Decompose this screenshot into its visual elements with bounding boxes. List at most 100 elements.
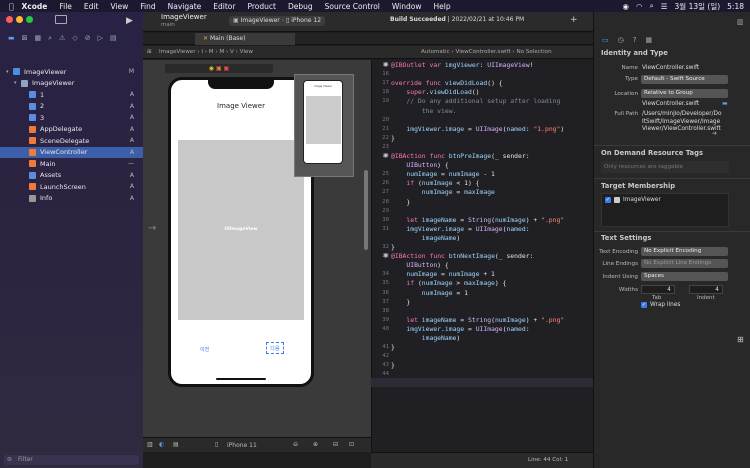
image-view[interactable]: UIImageView <box>178 140 304 320</box>
zoom-out-icon[interactable]: ⊖ <box>293 441 298 448</box>
indent-width-field[interactable]: 4 <box>689 285 723 294</box>
identity-icon[interactable]: ▦ <box>645 36 652 44</box>
navigator-item[interactable]: Assets A <box>0 170 143 181</box>
debug-icon[interactable]: ⊘ <box>85 34 91 46</box>
menu-file[interactable]: File <box>59 2 72 11</box>
status-icon[interactable]: ◉ <box>622 2 629 11</box>
code-line[interactable]: imgViewer.image = UIImage(named: <box>391 325 529 333</box>
navigator-item[interactable]: LaunchScreen A <box>0 181 143 192</box>
align-icon[interactable]: ⊟ <box>333 441 338 448</box>
code-line[interactable]: imgViewer.image = UIImage(named: <box>391 225 529 233</box>
filter-input[interactable]: ⊜ Filter <box>4 455 139 465</box>
reveal-icon[interactable]: ➜ <box>712 130 717 137</box>
first-responder-icon[interactable]: ▣ <box>216 65 222 72</box>
code-line[interactable]: @IBAction func btnPreImage(_ sender: <box>391 152 530 160</box>
constraints-icon[interactable]: ⊡ <box>349 441 354 448</box>
scheme-selector[interactable]: ▣ ImageViewer › ▯ iPhone 12 <box>229 16 326 26</box>
connection-circle-icon[interactable]: ◉ <box>383 252 388 259</box>
navigator-item[interactable]: ▾ ImageViewer <box>0 78 143 89</box>
wrap-lines-checkbox[interactable]: ✓ <box>641 302 647 308</box>
file-inspector-icon[interactable]: ▭ <box>602 36 609 44</box>
menu-find[interactable]: Find <box>140 2 155 11</box>
code-line[interactable]: } <box>391 134 395 142</box>
code-line[interactable]: if (numImage < 1) { <box>391 179 479 187</box>
code-line[interactable]: } <box>391 198 410 206</box>
menu-view[interactable]: View <box>110 2 128 11</box>
vc-icon[interactable]: ◉ <box>209 65 214 72</box>
menu-app[interactable]: Xcode <box>22 2 48 11</box>
menu-debug[interactable]: Debug <box>288 2 313 11</box>
code-line[interactable]: } <box>391 343 395 351</box>
folder-choose-icon[interactable]: ▬ <box>722 100 728 107</box>
navigator-item[interactable]: ViewController A <box>0 146 143 158</box>
name-field[interactable]: ViewController.swift <box>642 65 699 71</box>
navigator-item[interactable]: SceneDelegate A <box>0 135 143 146</box>
menu-window[interactable]: Window <box>392 2 422 11</box>
add-icon[interactable]: + <box>570 15 578 25</box>
menu-source-control[interactable]: Source Control <box>325 2 380 11</box>
code-line[interactable]: let imageName = String(numImage) + ".png… <box>391 216 564 224</box>
library-plus-icon[interactable]: ⊞ <box>737 335 744 344</box>
location-select[interactable]: Relative to Group <box>641 89 728 98</box>
code-line[interactable]: let imageName = String(numImage) + ".png… <box>391 316 564 324</box>
code-line[interactable]: the view. <box>391 107 457 115</box>
tags-field[interactable]: Only resources are taggable <box>601 161 729 173</box>
disclosure-chevron-icon[interactable]: ▾ <box>14 80 21 86</box>
navigator-item[interactable]: 2A <box>0 101 143 112</box>
history-icon[interactable]: ◷ <box>618 36 624 44</box>
navigator-item[interactable]: Main — <box>0 158 143 169</box>
inspector-toggle-icon[interactable]: ▥ <box>737 18 744 26</box>
wifi-icon[interactable]: ◠ <box>636 2 643 11</box>
control-center-icon[interactable]: ☰ <box>661 2 668 11</box>
canvas-scrollbar[interactable] <box>364 170 368 250</box>
title-label[interactable]: Image Viewer <box>171 102 311 110</box>
code-line[interactable]: numImage = maxImage <box>391 188 495 196</box>
navigator-item[interactable]: ▾ ImageViewer M <box>0 66 143 77</box>
endings-select[interactable]: No Explicit Line Endings <box>641 259 728 268</box>
search-icon[interactable]: ⌕ <box>650 1 654 11</box>
symbol-icon[interactable]: ▦ <box>35 34 42 46</box>
issue-icon[interactable]: ⚠ <box>59 34 65 46</box>
zoom-in-icon[interactable]: ⊕ <box>313 441 318 448</box>
navigator-item[interactable]: 1A <box>0 89 143 100</box>
tab-width-field[interactable]: 4 <box>641 285 675 294</box>
apple-icon[interactable]:  <box>9 2 14 11</box>
code-line[interactable]: numImage = 1 <box>391 289 468 297</box>
menu-help[interactable]: Help <box>433 2 450 11</box>
navigator-item[interactable]: 3A <box>0 112 143 123</box>
test-icon[interactable]: ◇ <box>72 34 77 46</box>
code-line[interactable]: UIButton) { <box>391 161 448 169</box>
code-line[interactable]: override func viewDidLoad() { <box>391 79 503 87</box>
close-icon[interactable] <box>6 16 13 23</box>
tab-main-base[interactable]: ✕ Main (Base) <box>195 33 295 45</box>
code-line[interactable]: numImage = numImage - 1 <box>391 170 495 178</box>
source-control-icon[interactable]: ⊠ <box>22 34 28 46</box>
folder-icon[interactable]: ▬ <box>8 34 15 46</box>
code-line[interactable]: numImage = numImage + 1 <box>391 270 495 278</box>
run-icon[interactable]: ▶ <box>126 16 133 26</box>
indent-using-select[interactable]: Spaces <box>641 272 728 281</box>
code-line[interactable]: @IBAction func btnNextImage(_ sender: <box>391 252 533 260</box>
code-line[interactable]: imageName) <box>391 234 461 242</box>
code-line[interactable]: imgViewer.image = UIImage(named: "1.png"… <box>391 125 564 133</box>
device-label[interactable]: iPhone 11 <box>227 442 257 449</box>
menu-product[interactable]: Product <box>247 2 275 11</box>
code-line[interactable]: } <box>391 243 395 251</box>
code-line[interactable]: imageName) <box>391 334 461 342</box>
quick-help-icon[interactable]: ? <box>633 36 637 44</box>
storyboard-canvas[interactable]: ◉ ▣ ▣ → Image Viewer UIImageView 이전 다음 I… <box>143 60 371 437</box>
code-line[interactable]: // Do any additional setup after loading <box>391 97 560 105</box>
type-select[interactable]: Default - Swift Source <box>641 75 728 84</box>
document-outline-icon[interactable]: ▥ <box>147 441 153 448</box>
code-line[interactable]: } <box>391 298 410 306</box>
menu-editor[interactable]: Editor <box>213 2 235 11</box>
appearance-icon[interactable]: ◐ <box>159 441 164 448</box>
navigator-item[interactable]: Info A <box>0 193 143 204</box>
prev-button[interactable]: 이전 <box>200 346 209 353</box>
report-icon[interactable]: ▤ <box>110 34 117 46</box>
navigator-item[interactable]: AppDelegate A <box>0 124 143 135</box>
find-icon[interactable]: ⌕ <box>48 34 52 46</box>
code-line[interactable]: if (numImage > maxImage) { <box>391 279 506 287</box>
minimize-icon[interactable] <box>16 16 23 23</box>
next-button[interactable]: 다음 <box>266 342 284 354</box>
